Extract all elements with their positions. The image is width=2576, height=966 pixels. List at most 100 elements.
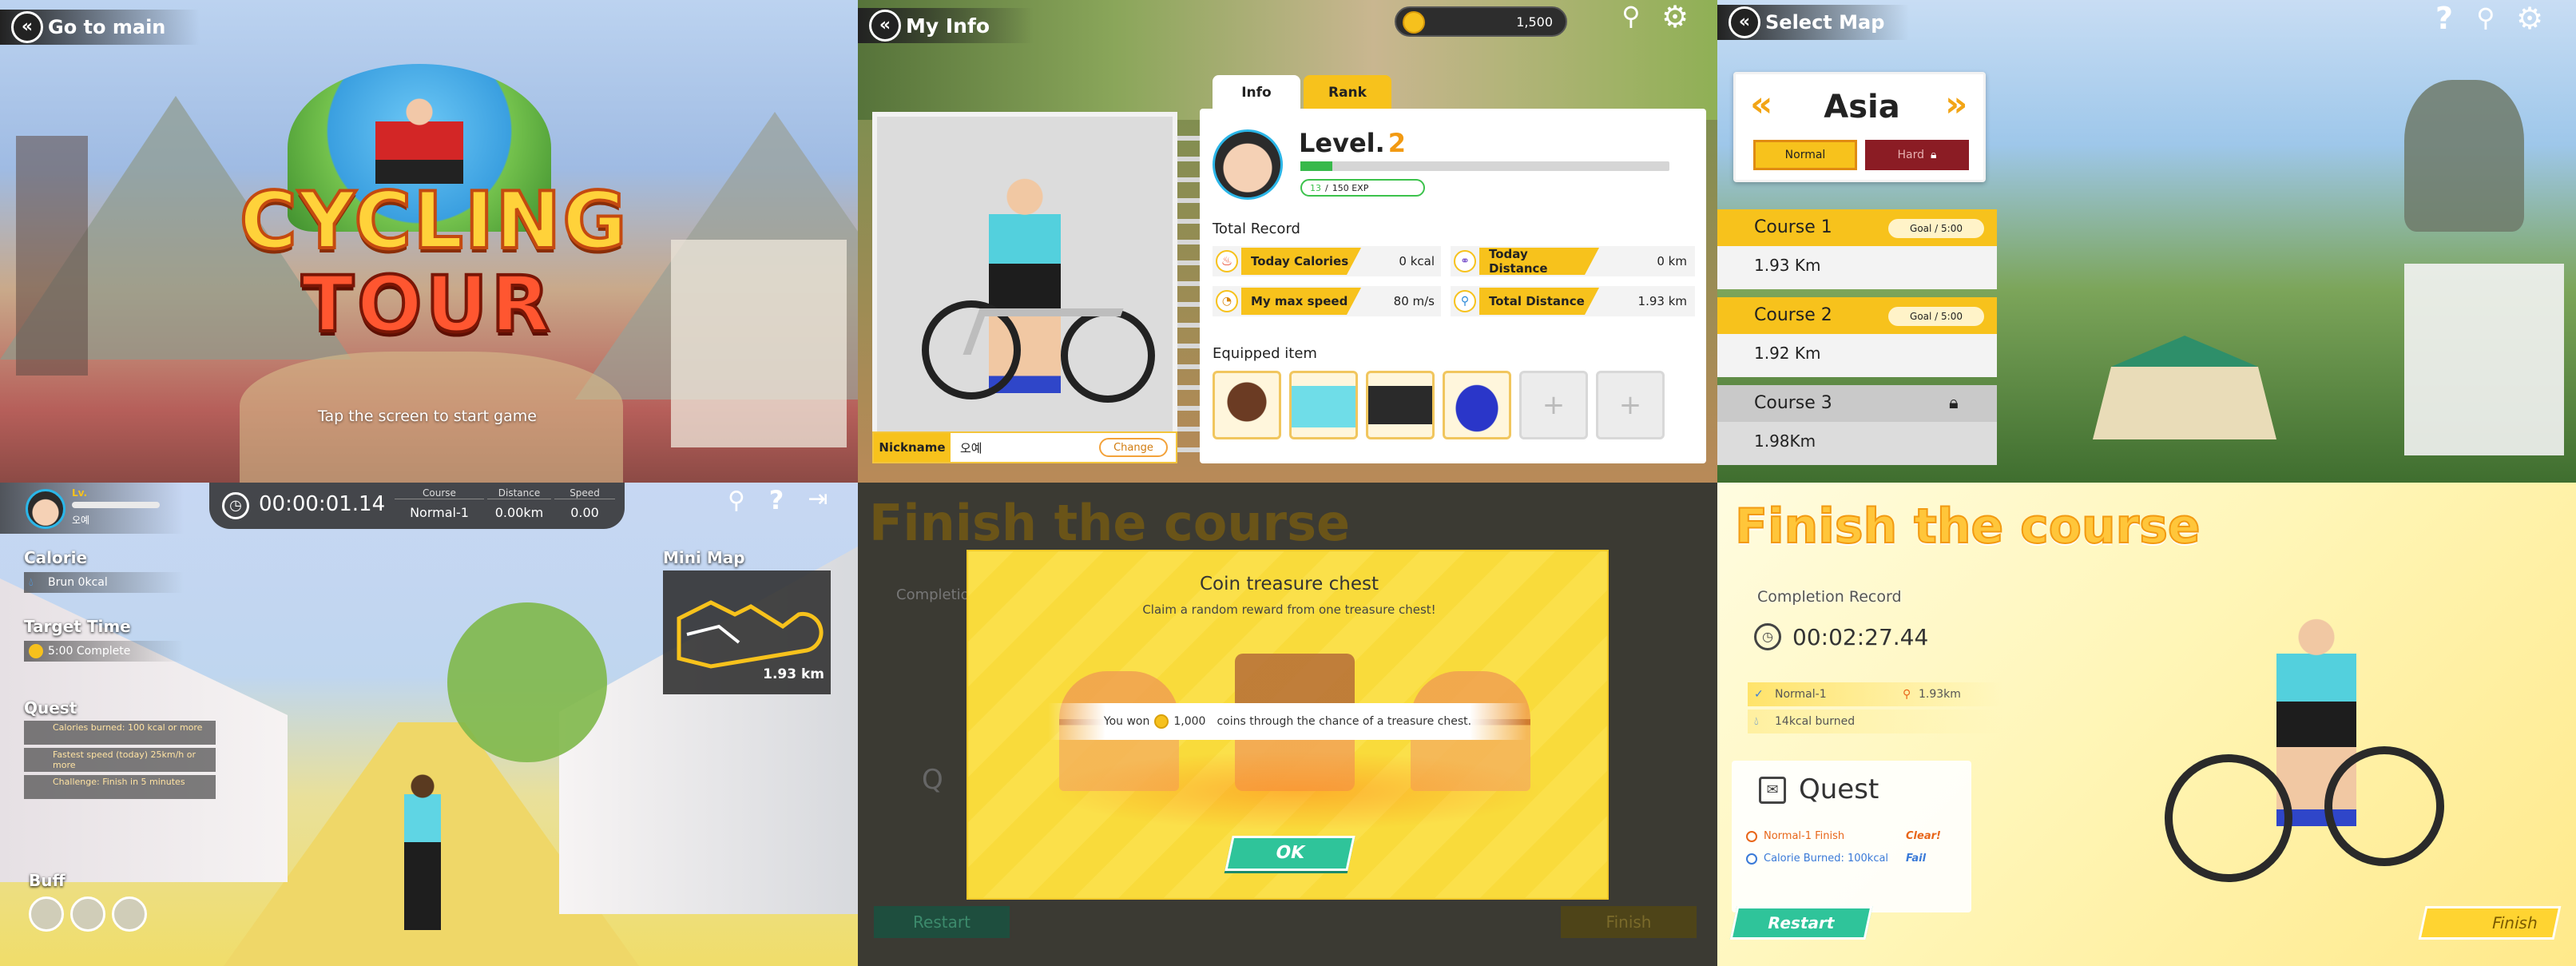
level-prefix: Level.: [1299, 128, 1385, 158]
nickname-value: 오예: [960, 441, 982, 455]
bg-quest: Q: [922, 764, 943, 796]
completion-time-value: 00:02:27.44: [1792, 623, 1929, 650]
record-total-distance: ⚲ Total Distance 1.93 km: [1451, 286, 1695, 316]
modal-subtitle: Claim a random reward from one treasure …: [1142, 602, 1436, 617]
coin-amount: 1,500: [1516, 14, 1553, 30]
course-distance: 1.93 Km: [1754, 256, 1821, 275]
hud-header-speed: Speed: [554, 487, 615, 499]
pagoda-building: [2093, 336, 2276, 439]
cyclist-on-logo: [375, 88, 463, 184]
quest-status-fail: Fail: [1906, 853, 1927, 865]
exp-current: 13: [1310, 182, 1321, 193]
quest-bullet-icon: [1746, 853, 1757, 865]
my-info-title: My Info: [906, 14, 990, 38]
pin-icon: ⚲: [1454, 290, 1476, 312]
settings-gear-icon[interactable]: ⚙: [2511, 3, 2548, 40]
ok-button[interactable]: OK: [1224, 836, 1355, 871]
nickname-bar: Nickname 오예 Change: [872, 431, 1177, 463]
course-name: Course 1: [1754, 217, 1832, 237]
quest-item: Challenge: Finish in 5 minutes: [24, 775, 216, 799]
settings-gear-icon[interactable]: ⚙: [1657, 2, 1693, 38]
record-value: 1.93 km: [1637, 294, 1687, 308]
bike-link-icon[interactable]: ⚲: [2468, 5, 2503, 40]
empty-slot-2[interactable]: +: [1596, 371, 1665, 439]
tap-to-start-text[interactable]: Tap the screen to start game: [264, 407, 591, 425]
help-icon[interactable]: ?: [2428, 3, 2460, 38]
bike-icon: ⚭: [1454, 250, 1476, 272]
modal-title: Coin treasure chest: [1200, 574, 1379, 594]
logo-cycling-text: CYCLING: [238, 174, 629, 268]
bg-finish-title: Finish the course: [869, 494, 1351, 552]
lock-icon: 🔒︎: [1931, 149, 1937, 161]
finish-title: Finish the course: [1734, 498, 2201, 555]
tab-info[interactable]: Info: [1213, 75, 1300, 110]
statue-silhouette: [2404, 80, 2524, 232]
quest-status-clear: Clear!: [1906, 830, 1941, 842]
bike-frame: [963, 308, 1124, 355]
bg-restart-button: Restart: [874, 906, 1010, 938]
minimap: 1.93 km: [663, 570, 831, 694]
select-map-panel: « Select Map ? ⚲ ⚙ « Asia » Normal Hard …: [1717, 0, 2576, 483]
double-chevron-left-icon: «: [11, 11, 43, 43]
title-screen-panel[interactable]: « Go to main CYCLING TOUR Tap the screen…: [0, 0, 858, 483]
help-icon[interactable]: ?: [760, 487, 792, 519]
course-item-1[interactable]: Course 1 Goal / 5:00 1.93 Km: [1717, 209, 1997, 289]
bike-link-icon[interactable]: ⚲: [720, 489, 752, 521]
info-card: Level. 2 13 / 150 EXP Total Record ♨ Tod…: [1200, 109, 1706, 463]
record-label: Today Distance: [1479, 248, 1599, 275]
result-distance: 1.93km: [1919, 688, 1961, 701]
select-map-back-button[interactable]: « Select Map: [1717, 5, 1909, 40]
helmet-icon[interactable]: [1213, 371, 1281, 439]
my-info-back-button[interactable]: « My Info: [858, 8, 1034, 43]
bike-link-icon[interactable]: ⚲: [1613, 3, 1649, 38]
pagoda-silhouette: [16, 136, 88, 376]
check-icon: ✓: [1754, 688, 1764, 701]
minimap-title: Mini Map: [663, 548, 745, 567]
region-selector: « Asia » Normal Hard 🔒︎: [1733, 72, 1986, 182]
quest-box: ✉ Quest Normal-1 Finish Clear! Calorie B…: [1732, 761, 1971, 912]
exit-icon[interactable]: ⇥: [802, 487, 834, 519]
quest-title: Quest: [24, 698, 77, 718]
player-nickname: 오예: [72, 515, 90, 526]
result-kcal: 14kcal burned: [1775, 715, 1856, 728]
buff-slot-3: [112, 896, 147, 932]
course-item-2[interactable]: Course 2 Goal / 5:00 1.92 Km: [1717, 297, 1997, 377]
race-timer: 00:00:01.14: [259, 492, 386, 516]
go-to-main-button[interactable]: « Go to main: [0, 10, 200, 45]
water-drop-icon: 💧︎: [29, 576, 34, 589]
select-map-title: Select Map: [1765, 11, 1885, 34]
restart-button[interactable]: Restart: [1729, 906, 1873, 940]
coin-icon: [1403, 11, 1425, 34]
exp-separator: /: [1325, 182, 1328, 193]
tab-rank[interactable]: Rank: [1304, 75, 1391, 110]
difficulty-normal-button[interactable]: Normal: [1753, 140, 1857, 170]
next-region-chevron-icon[interactable]: »: [1945, 84, 1967, 125]
avatar: [26, 489, 65, 529]
course-name: Course 2: [1754, 305, 1832, 325]
course-distance: 1.98Km: [1754, 431, 1816, 451]
record-value: 80 m/s: [1393, 294, 1435, 308]
reward-banner: You won 1,000 coins through the chance o…: [1048, 703, 1527, 740]
course-name: Course 3: [1754, 393, 1832, 413]
reward-suffix: coins through the chance of a treasure c…: [1217, 715, 1472, 728]
exp-bar-fill: [1300, 161, 1333, 171]
clock-icon: ◷: [1754, 623, 1781, 650]
finish-button[interactable]: Finish: [2418, 906, 2562, 940]
jersey-icon[interactable]: [1289, 371, 1358, 439]
record-label: Today Calories: [1241, 248, 1361, 275]
bike-wheel-front: [2324, 746, 2444, 866]
shorts-icon[interactable]: [1366, 371, 1435, 439]
race-hud: ◷ 00:00:01.14 Course Distance Speed Norm…: [209, 483, 625, 529]
gameplay-panel: Lv. 오예 ◷ 00:00:01.14 Course Distance Spe…: [0, 483, 858, 966]
buff-slot-1: [29, 896, 64, 932]
player-exp-bar: [72, 502, 160, 508]
empty-slot-1[interactable]: +: [1519, 371, 1588, 439]
double-chevron-left-icon: «: [869, 10, 901, 42]
buff-slot-2: [70, 896, 105, 932]
completion-record-label: Completion Record: [1757, 588, 1902, 606]
chest-glow: [1048, 751, 1543, 831]
shoes-icon[interactable]: [1443, 371, 1511, 439]
difficulty-hard-button[interactable]: Hard 🔒︎: [1865, 140, 1969, 170]
change-nickname-button[interactable]: Change: [1099, 438, 1168, 457]
course-goal: Goal / 5:00: [1888, 219, 1984, 238]
